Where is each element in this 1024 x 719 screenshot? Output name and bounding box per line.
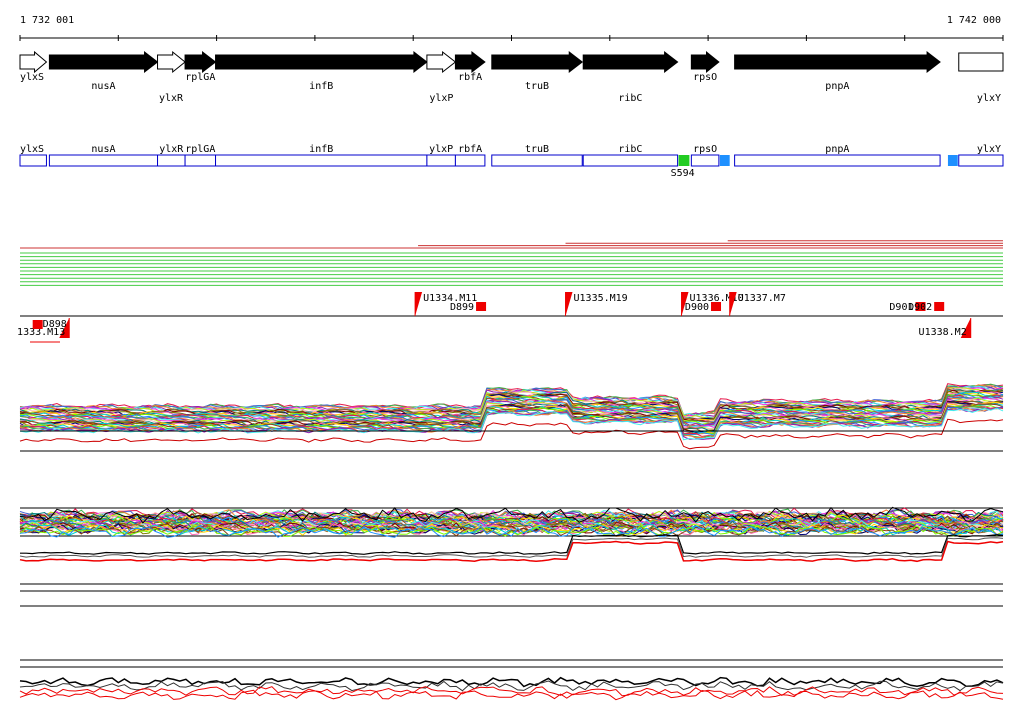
gene-box-ribC: [582, 154, 679, 167]
position-ruler: [19, 35, 1004, 41]
segment-box: [934, 302, 945, 311]
gene-arrow-ylxY: [958, 52, 1004, 72]
gene-label-ylxS: ylxS: [20, 72, 44, 83]
segment-box-label: D899: [450, 302, 474, 313]
gene-box-pnpA: [734, 154, 941, 167]
gene-box-label-rbfA: rbfA: [458, 144, 482, 155]
feature-box: [947, 155, 958, 166]
gene-label-truB: truB: [525, 81, 549, 92]
gene-box-rpsO: [690, 154, 720, 167]
gene-box-label-truB: truB: [525, 144, 549, 155]
gene-arrow-track: ylxS nusA ylxRrplGA infB ylxP rbfA truB ribC rps…: [19, 50, 1004, 104]
segment-box-label: D898: [43, 319, 67, 330]
segment-flag: [565, 292, 573, 316]
feature-box: [678, 155, 690, 166]
gene-arrow-ylxP: [426, 50, 457, 74]
gene-arrow-infB: [215, 50, 428, 74]
coord-end: 1 742 000: [947, 15, 1001, 26]
gene-label-rplGA: rplGA: [185, 72, 215, 83]
profile-track-1: [19, 383, 1004, 452]
segment-box: [476, 302, 487, 311]
gene-box-truB: [491, 154, 583, 167]
gene-arrow-rplGA: [184, 50, 217, 74]
gene-label-infB: infB: [309, 81, 333, 92]
gene-box-rbfA: [454, 154, 486, 167]
gene-box-label-rplGA: rplGA: [185, 144, 215, 155]
segment-box-label: D902: [908, 302, 932, 313]
segment-box-label: D900: [685, 302, 709, 313]
segment-track: U1334.M11 U1335.M19 U1336.M10U1337.M71333.…: [17, 292, 1003, 343]
segment-box: [711, 302, 722, 311]
coverage-lines-track: [20, 240, 1003, 286]
segment-flag: [415, 292, 423, 316]
profile-track-2: [19, 506, 1004, 607]
gene-label-ylxP: ylxP: [429, 93, 453, 104]
gene-label-ylxR: ylxR: [159, 93, 184, 104]
coord-start: 1 732 001: [20, 15, 74, 26]
gene-box-rplGA: [184, 154, 217, 167]
gene-label-rpsO: rpsO: [693, 72, 717, 83]
feature-label: S594: [671, 168, 695, 179]
gene-box-label-ylxY: ylxY: [977, 144, 1001, 155]
gene-box-label-ribC: ribC: [618, 144, 642, 155]
gene-box-label-rpsO: rpsO: [693, 144, 717, 155]
segment-label: U1335.M19: [574, 293, 628, 304]
gene-arrow-pnpA: [734, 50, 941, 74]
gene-box-track: ylxS nusA ylxR rplGA infB ylxP rbfA truB ribC rps…: [19, 144, 1004, 179]
gene-arrow-ylxR: [157, 50, 186, 74]
profile-line: [19, 540, 1004, 563]
gene-box-label-pnpA: pnpA: [825, 144, 849, 155]
gene-arrow-rpsO: [690, 50, 720, 74]
gene-arrow-ylxS: [19, 50, 48, 74]
genome-track-chart: 1 732 001 1 742 000 ylxSnusAylxRrplGAinf…: [17, 15, 1004, 701]
gene-box-ylxY: [958, 154, 1004, 167]
gene-box-label-ylxS: ylxS: [20, 144, 44, 155]
gene-box-nusA: [48, 154, 159, 167]
gene-label-nusA: nusA: [91, 81, 115, 92]
gene-box-label-ylxR: ylxR: [159, 144, 184, 155]
gene-arrow-ribC: [582, 50, 679, 74]
gene-arrow-rbfA: [454, 50, 486, 74]
gene-label-pnpA: pnpA: [825, 81, 849, 92]
profile-line: [19, 689, 1004, 701]
gene-box-ylxP: [426, 154, 456, 167]
profile-track-3: [19, 659, 1004, 701]
gene-label-rbfA: rbfA: [458, 72, 482, 83]
gene-label-ribC: ribC: [618, 93, 642, 104]
gene-box-infB: [215, 154, 428, 167]
feature-box: [719, 155, 730, 166]
gene-label-ylxY: ylxY: [977, 93, 1001, 104]
segment-label: U1338.M2: [919, 327, 967, 338]
gene-box-ylxR: [157, 154, 186, 167]
gene-box-label-nusA: nusA: [91, 144, 115, 155]
segment-label: U1337.M7: [738, 293, 786, 304]
gene-box-ylxS: [19, 154, 47, 167]
gene-box-label-ylxP: ylxP: [429, 144, 453, 155]
gene-box-label-infB: infB: [309, 144, 333, 155]
profile-line: [19, 537, 1004, 558]
gene-arrow-nusA: [48, 50, 159, 74]
gene-arrow-truB: [491, 50, 584, 74]
segment-box: [32, 320, 43, 329]
genome-browser: 1 732 001 1 742 000 ylxS nusA ylxR rplGA inf…: [0, 0, 1024, 714]
